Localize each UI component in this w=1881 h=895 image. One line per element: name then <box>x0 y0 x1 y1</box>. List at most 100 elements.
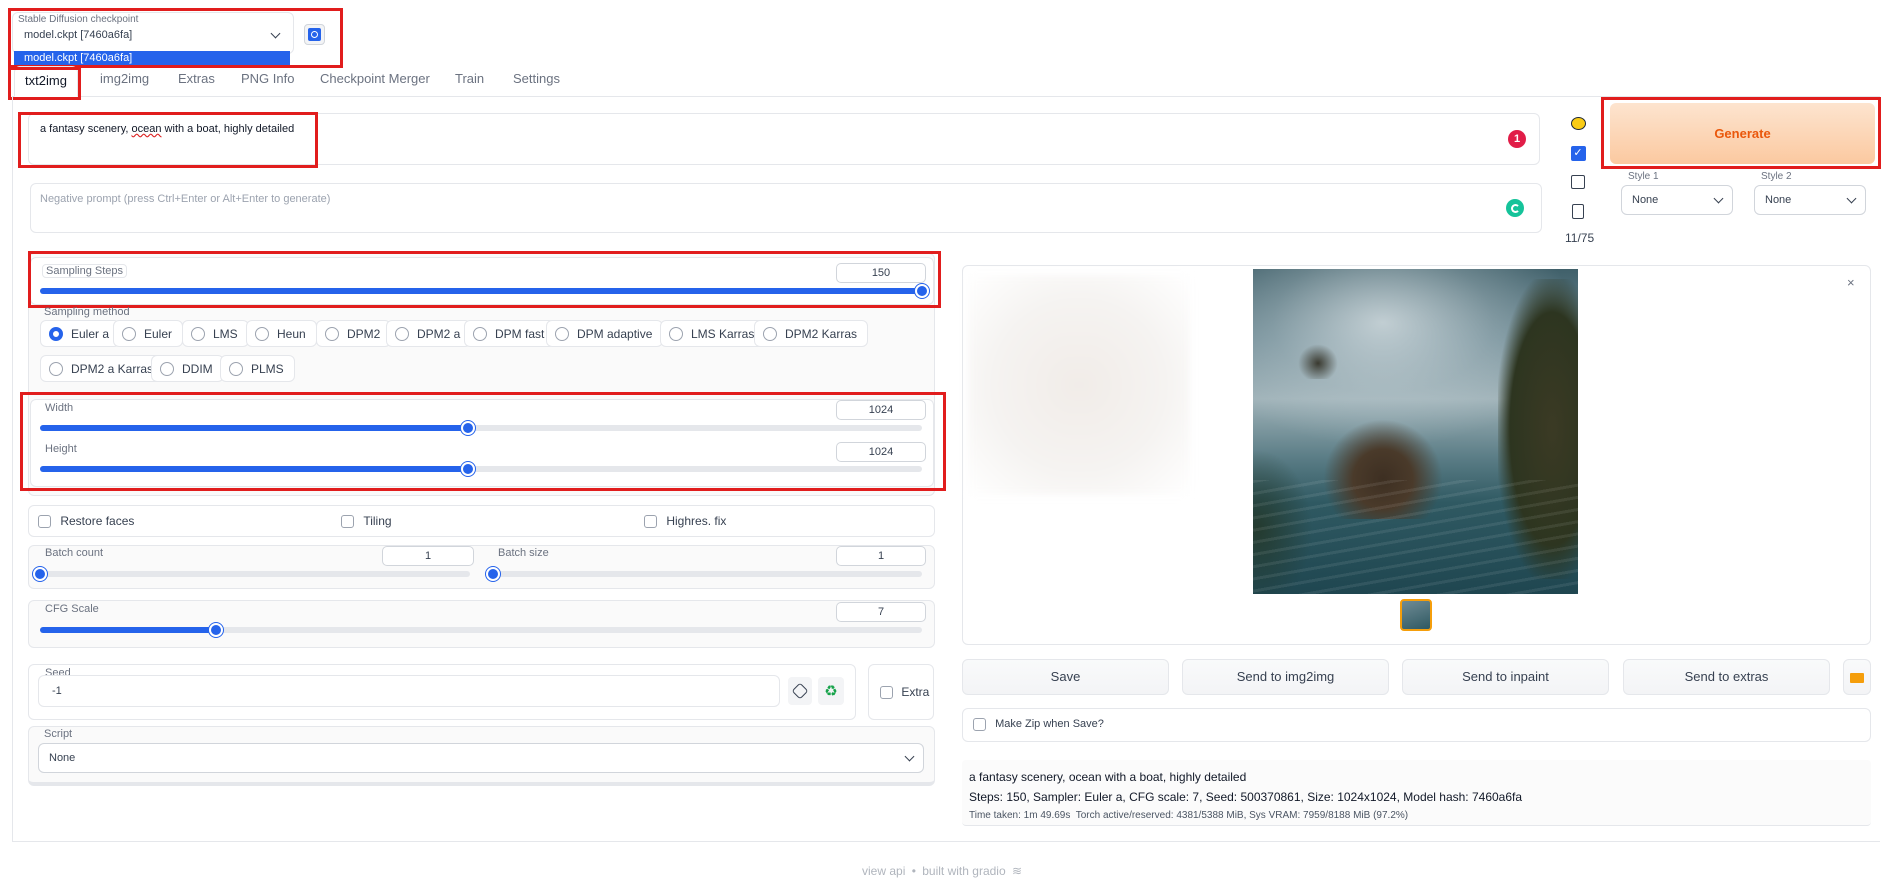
batch-size-value[interactable]: 1 <box>836 546 926 566</box>
tab-train[interactable]: Train <box>455 71 484 86</box>
highres-fix-box[interactable] <box>644 515 657 529</box>
radio-dot[interactable] <box>395 326 409 341</box>
sampling-steps-slider[interactable] <box>40 284 929 298</box>
extra-box[interactable] <box>880 686 893 700</box>
radio-dot[interactable] <box>229 361 243 376</box>
restore-faces-box[interactable] <box>38 515 51 529</box>
view-api-link[interactable]: view api <box>862 864 905 878</box>
radio-dot[interactable] <box>325 326 339 341</box>
gallery-thumbnail[interactable] <box>1400 599 1432 631</box>
tab-png-info[interactable]: PNG Info <box>241 71 294 86</box>
save-button[interactable]: Save <box>962 659 1169 695</box>
sampling-steps-fill <box>40 288 922 294</box>
sampling-method-option[interactable]: DPM2 <box>316 320 392 347</box>
restore-faces-checkbox[interactable]: Restore faces <box>38 514 134 529</box>
cfg-scale-slider[interactable] <box>40 623 922 637</box>
tab-checkpoint-merger[interactable]: Checkpoint Merger <box>320 71 430 86</box>
width-value[interactable]: 1024 <box>836 400 926 420</box>
generate-button[interactable]: Generate <box>1610 103 1875 164</box>
close-gallery-button[interactable]: × <box>1847 275 1855 290</box>
sampling-steps-thumb[interactable] <box>915 284 929 298</box>
send-to-extras-button[interactable]: Send to extras <box>1623 659 1830 695</box>
tab-txt2img-label: txt2img <box>25 73 67 88</box>
sampling-method-label: Sampling method <box>44 306 130 318</box>
radio-dot[interactable] <box>160 361 174 376</box>
batch-size-thumb[interactable] <box>486 567 500 581</box>
sampling-method-option[interactable]: PLMS <box>220 355 295 382</box>
make-zip-checkbox[interactable]: Make Zip when Save? <box>973 718 1104 731</box>
token-counter: 11/75 <box>1565 231 1595 245</box>
radio-dot[interactable] <box>191 326 205 341</box>
tiling-checkbox[interactable]: Tiling <box>341 514 392 529</box>
negative-prompt-input[interactable]: Negative prompt (press Ctrl+Enter or Alt… <box>30 183 1542 233</box>
style1-select[interactable]: None <box>1621 185 1733 215</box>
style2-select[interactable]: None <box>1754 185 1866 215</box>
make-zip-box[interactable] <box>973 718 986 731</box>
style2-value: None <box>1765 194 1792 206</box>
script-select[interactable]: None <box>38 743 924 773</box>
tab-img2img[interactable]: img2img <box>100 71 149 86</box>
tab-settings[interactable]: Settings <box>513 71 560 86</box>
height-thumb[interactable] <box>460 462 475 476</box>
save-label: Save <box>1050 669 1081 684</box>
width-slider[interactable] <box>40 421 922 435</box>
sampling-method-option[interactable]: DDIM <box>151 355 224 382</box>
random-seed-button[interactable] <box>788 677 812 705</box>
tiling-box[interactable] <box>341 515 354 529</box>
sampling-method-option[interactable]: Heun <box>246 320 317 347</box>
checkpoint-value: model.ckpt [7460a6fa] <box>24 29 133 41</box>
open-folder-button[interactable] <box>1843 659 1871 695</box>
dice-icon <box>791 682 809 700</box>
sampling-steps-value[interactable]: 150 <box>836 263 926 283</box>
error-badge: 1 <box>1508 130 1526 148</box>
batch-count-value[interactable]: 1 <box>382 546 474 566</box>
grammarly-icon <box>1506 199 1524 217</box>
radio-dot[interactable] <box>555 326 569 341</box>
tab-extras[interactable]: Extras <box>178 71 215 86</box>
palette-icon[interactable] <box>1567 112 1589 134</box>
sampling-steps-block <box>30 257 934 305</box>
radio-dot[interactable] <box>49 326 63 341</box>
generated-image[interactable] <box>1253 269 1578 594</box>
sampling-method-option[interactable]: DPM fast <box>464 320 556 347</box>
radio-dot[interactable] <box>473 326 487 341</box>
tab-txt2img[interactable]: txt2img <box>14 66 78 97</box>
radio-dot[interactable] <box>763 326 777 341</box>
extra-checkbox[interactable]: Extra <box>880 685 929 700</box>
width-thumb[interactable] <box>460 421 475 435</box>
cfg-scale-value[interactable]: 7 <box>836 602 926 622</box>
highres-fix-checkbox[interactable]: Highres. fix <box>644 514 726 529</box>
small-ship <box>1298 344 1338 379</box>
radio-dot[interactable] <box>255 326 269 341</box>
radio-dot[interactable] <box>122 326 136 341</box>
sampling-method-option[interactable]: Euler a <box>40 320 121 347</box>
batch-count-thumb[interactable] <box>33 567 47 581</box>
checkpoint-dropdown-option[interactable]: model.ckpt [7460a6fa] <box>14 51 290 65</box>
checkbox-icon[interactable]: ✓ <box>1567 142 1589 164</box>
chevron-down-icon <box>270 28 281 38</box>
refresh-checkpoint-button[interactable] <box>304 24 325 45</box>
clipboard-icon[interactable] <box>1567 200 1589 222</box>
sampling-method-option[interactable]: LMS <box>182 320 249 347</box>
sampling-method-option[interactable]: DPM adaptive <box>546 320 664 347</box>
send-to-img2img-button[interactable]: Send to img2img <box>1182 659 1389 695</box>
batch-size-slider[interactable] <box>486 567 922 581</box>
sampling-method-option[interactable]: Euler <box>113 320 184 347</box>
reuse-seed-button[interactable]: ♻ <box>818 677 844 705</box>
prompt-input[interactable]: a fantasy scenery, ocean with a boat, hi… <box>28 113 1540 165</box>
batch-count-slider[interactable] <box>33 567 470 581</box>
send-to-inpaint-button[interactable]: Send to inpaint <box>1402 659 1609 695</box>
radio-dot[interactable] <box>669 326 683 341</box>
checkpoint-select[interactable]: model.ckpt [7460a6fa] <box>14 24 289 46</box>
built-with-gradio-link[interactable]: built with gradio <box>922 864 1005 878</box>
height-value[interactable]: 1024 <box>836 442 926 462</box>
sampling-method-option[interactable]: DPM2 Karras <box>754 320 869 347</box>
sampling-method-option[interactable]: DPM2 a Karras <box>40 355 165 382</box>
save-style-icon[interactable] <box>1567 171 1589 193</box>
folder-icon <box>1850 672 1864 683</box>
sampling-method-option[interactable]: DPM2 a <box>386 320 472 347</box>
sampling-method-option[interactable]: LMS Karras <box>660 320 766 347</box>
seed-input[interactable]: -1 <box>38 675 780 707</box>
radio-dot[interactable] <box>49 361 63 376</box>
height-slider[interactable] <box>40 462 922 476</box>
